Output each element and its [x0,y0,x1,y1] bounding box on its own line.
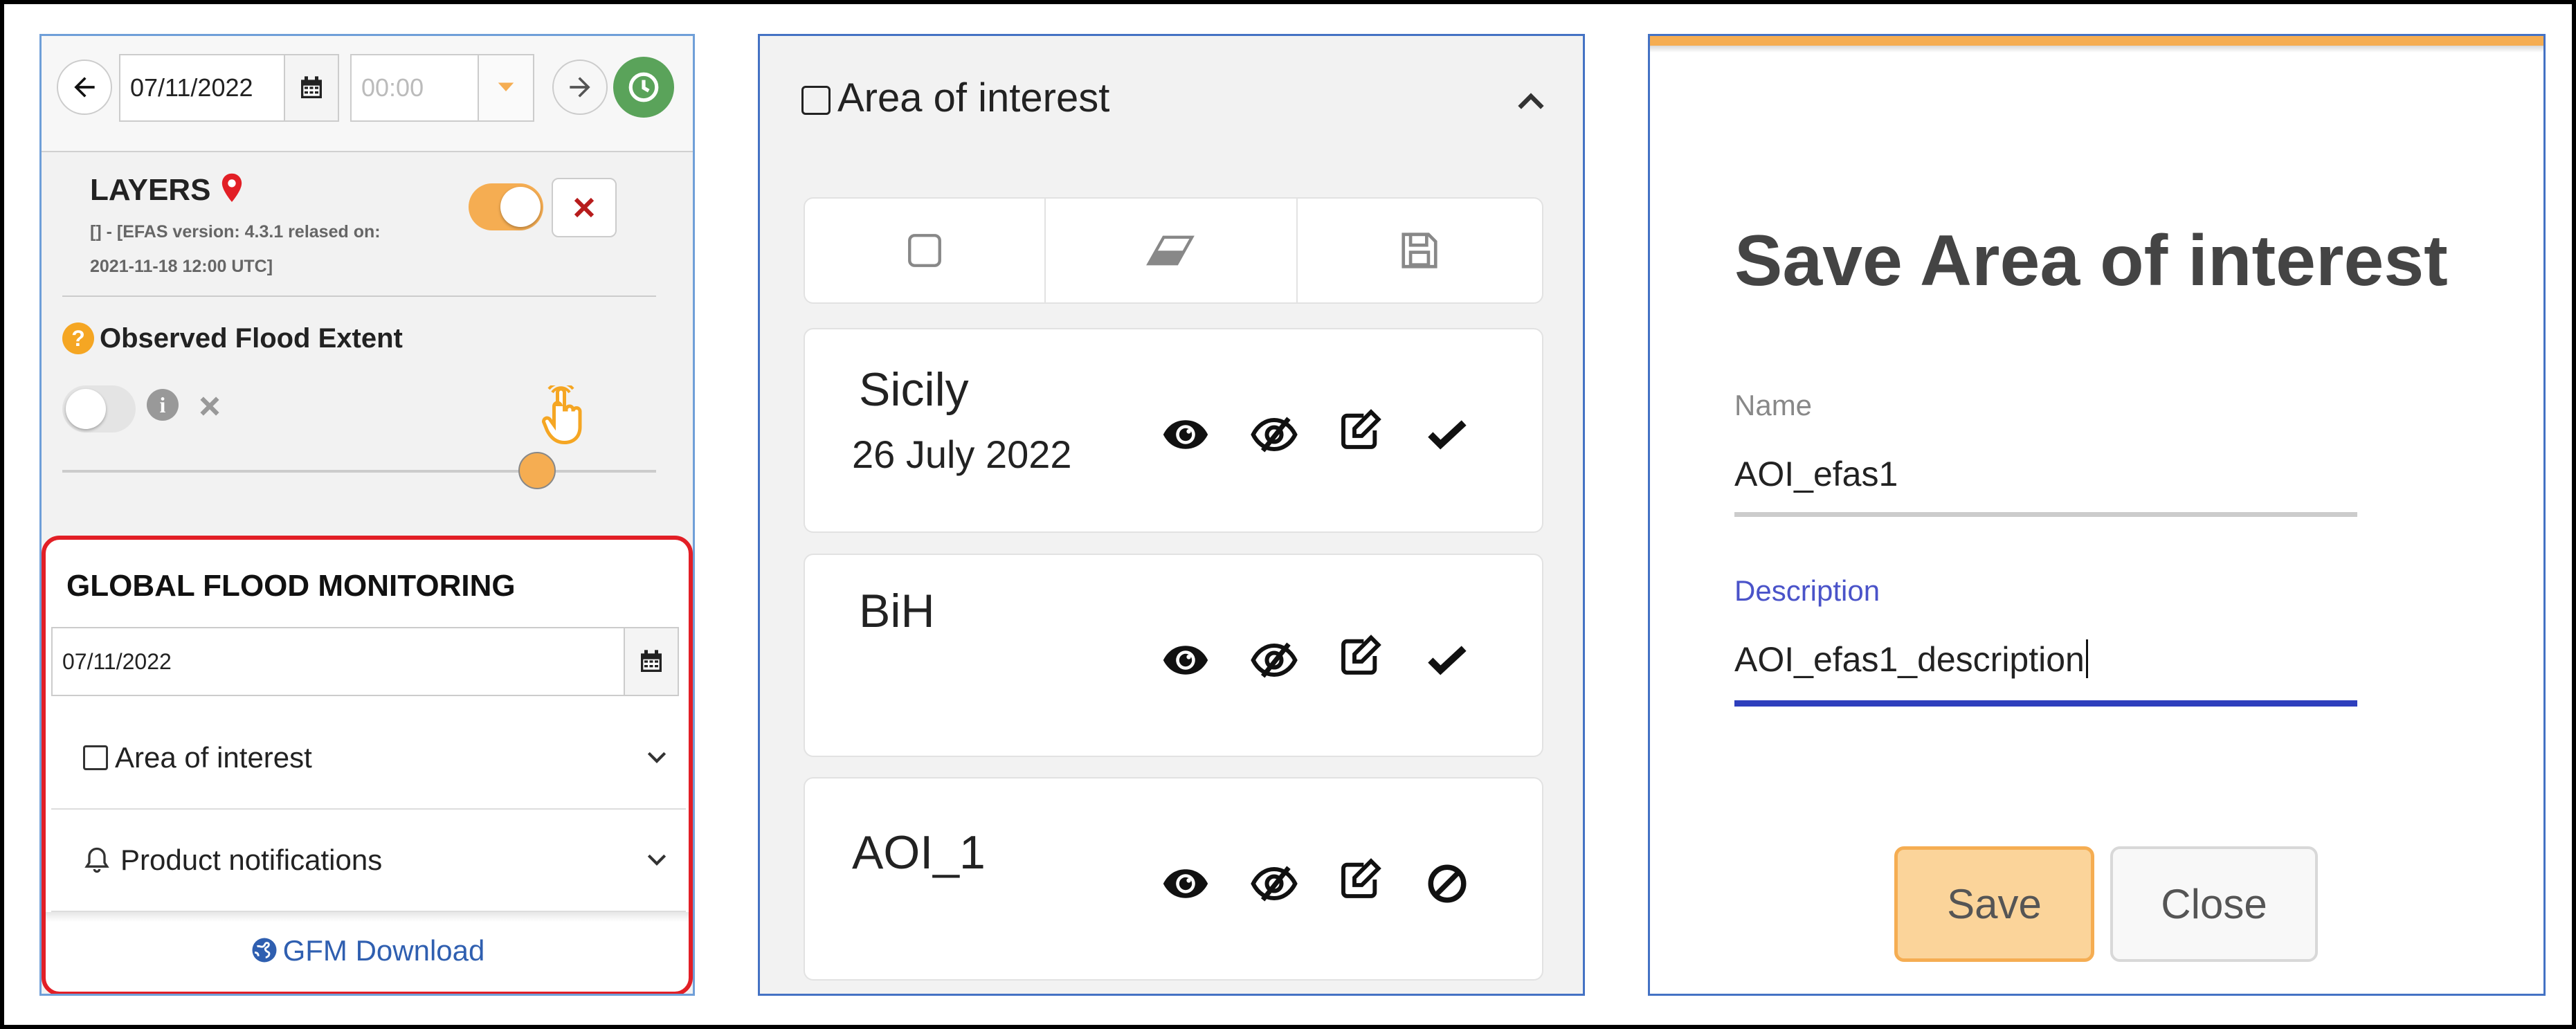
date-input[interactable]: 07/11/2022 [119,54,285,122]
bell-icon [84,847,109,873]
save-button[interactable]: Save [1894,846,2094,962]
gfm-title: GLOBAL FLOOD MONITORING [66,569,516,603]
product-notifications-label: Product notifications [120,844,383,876]
layers-toggle[interactable] [469,183,543,230]
gfm-download-link[interactable]: GFM Download [46,934,689,967]
description-field[interactable]: AOI_efas1_description [1734,639,2088,680]
eye-slash-icon[interactable] [1246,856,1302,911]
gfm-download-label: GFM Download [282,934,485,967]
gfm-calendar-button[interactable] [624,627,679,696]
aoi-item[interactable]: AOI_1 [804,777,1543,981]
eye-slash-icon[interactable] [1246,407,1302,462]
time-input[interactable]: 00:00 [350,54,479,122]
close-icon [574,197,595,218]
aoi-item[interactable]: Sicily 26 July 2022 [804,328,1543,533]
arrow-left-icon [74,77,95,98]
aoi-item-name: BiH [859,585,935,637]
square-icon [83,745,108,770]
ban-icon[interactable] [1419,856,1475,911]
remove-layer-button[interactable] [552,178,617,237]
name-field[interactable]: AOI_efas1 [1734,454,1898,494]
time-dropdown-button[interactable] [478,54,534,122]
info-icon[interactable]: i [147,389,179,421]
help-icon[interactable]: ? [62,322,94,354]
eye-icon[interactable] [1158,856,1213,911]
eraser-icon [1146,235,1195,266]
calendar-icon [301,76,322,98]
calendar-button[interactable] [284,54,339,122]
dialog-title: Save Area of interest [1734,221,2448,301]
opacity-slider-track[interactable] [62,470,656,473]
edit-icon[interactable] [1332,852,1388,907]
clock-button[interactable] [613,57,674,118]
area-of-interest-label: Area of interest [115,741,312,774]
area-of-interest-panel: Area of interest Sicily 26 July 2022 BiH… [758,34,1585,996]
back-arrow-button[interactable] [57,60,112,115]
description-field-value: AOI_efas1_description [1734,640,2085,679]
gfm-date-input[interactable]: 07/11/2022 [51,627,625,696]
square-icon [908,234,941,267]
eye-icon[interactable] [1158,632,1213,688]
divider [62,295,656,297]
save-aoi-button[interactable] [1296,199,1542,302]
chevron-up-icon[interactable] [1512,82,1550,120]
toggle-knob [66,389,106,429]
area-of-interest-checkbox[interactable] [801,86,831,115]
hand-pointer-icon [542,385,582,445]
layers-title: LAYERS [90,173,211,207]
flood-extent-toggle[interactable] [62,385,136,432]
check-icon[interactable] [1419,407,1475,462]
eye-slash-icon[interactable] [1246,632,1302,688]
aoi-toolbar [804,197,1543,304]
description-field-underline [1734,700,2357,707]
arrow-right-icon [570,77,590,98]
aoi-item-name: Sicily [859,363,969,416]
text-cursor [2085,639,2088,678]
observed-flood-extent-label: Observed Flood Extent [100,323,403,354]
clock-icon [628,72,659,102]
globe-icon [252,938,277,963]
check-icon[interactable] [1419,632,1475,688]
aoi-item[interactable]: BiH [804,554,1543,757]
close-icon[interactable] [198,394,221,418]
aoi-item-name: AOI_1 [852,826,986,879]
eraser-button[interactable] [1044,199,1298,302]
date-toolbar: 07/11/2022 00:00 [42,36,693,152]
product-notifications-accordion[interactable]: Product notifications [51,810,686,912]
efas-version-line1: [] - [EFAS version: 4.3.1 relased on: [90,222,381,242]
edit-icon[interactable] [1332,403,1388,458]
eye-icon[interactable] [1158,407,1213,462]
forward-arrow-button[interactable] [552,60,608,115]
aoi-item-date: 26 July 2022 [852,432,1072,476]
layers-panel: 07/11/2022 00:00 LAYERS [] - [EFAS versi… [39,34,695,996]
toggle-knob [500,187,541,227]
calendar-icon [641,650,662,672]
description-field-label: Description [1734,574,1880,607]
divider [46,912,689,922]
draw-square-button[interactable] [805,199,1046,302]
chevron-down-icon [647,854,666,866]
opacity-slider-handle[interactable] [518,452,556,489]
global-flood-monitoring-section: GLOBAL FLOOD MONITORING 07/11/2022 Area … [42,536,693,994]
save-aoi-dialog: Save Area of interest Name AOI_efas1 Des… [1648,34,2546,996]
chevron-down-icon [647,752,666,763]
map-marker-icon [221,173,242,202]
name-field-label: Name [1734,389,1813,421]
dialog-top-accent [1650,36,2543,46]
floppy-disk-icon [1401,233,1437,268]
close-button[interactable]: Close [2110,846,2318,962]
chevron-down-icon [498,82,514,91]
efas-version-line2: 2021-11-18 12:00 UTC] [90,257,273,276]
area-of-interest-header: Area of interest [837,75,1110,120]
dialog-shadow [1650,46,2543,53]
edit-icon[interactable] [1332,628,1388,684]
area-of-interest-accordion[interactable]: Area of interest [51,707,686,810]
name-field-underline [1734,512,2357,517]
